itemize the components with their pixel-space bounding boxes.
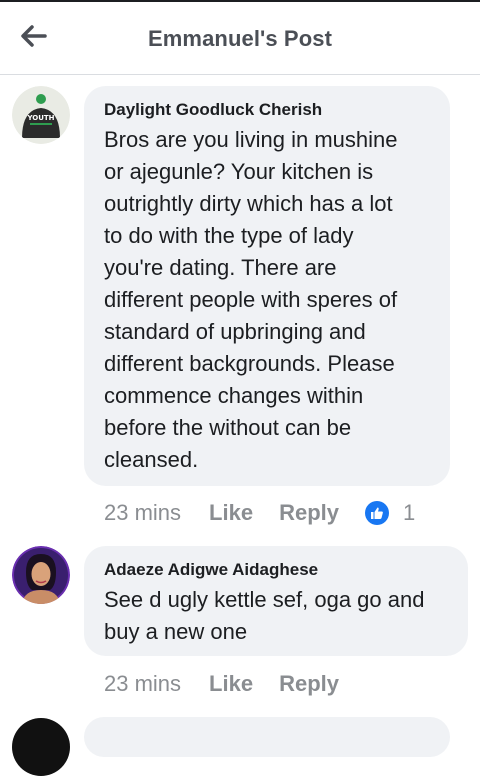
comment-author[interactable]: Daylight Goodluck Cherish (104, 100, 322, 120)
avatar[interactable] (12, 546, 70, 604)
next-comment-partial (0, 712, 480, 776)
reply-button[interactable]: Reply (279, 671, 339, 697)
page-title: Emmanuel's Post (147, 26, 332, 51)
reaction-count: 1 (403, 500, 416, 525)
comment-actions: 23 mins Like Reply (104, 669, 365, 699)
comment-time[interactable]: 23 mins (104, 500, 181, 526)
comment-author[interactable]: Adaeze Adigwe Aidaghese (104, 560, 318, 580)
like-button[interactable]: Like (209, 500, 253, 526)
svg-text:YOUTH: YOUTH (26, 114, 54, 122)
comment-actions: 23 mins Like Reply 1 (104, 498, 415, 528)
thumbs-up-icon (365, 501, 389, 525)
comment-bubble[interactable] (84, 717, 450, 757)
avatar[interactable]: YOUTH (12, 86, 70, 144)
comment-bubble[interactable]: Adaeze Adigwe Aidaghese See d ugly kettl… (84, 546, 468, 656)
comment-text: See d ugly kettle sef, oga go and buy a … (104, 587, 425, 644)
reaction-summary[interactable]: 1 (365, 500, 415, 526)
page-header: Emmanuel's Post (0, 2, 480, 75)
comment-text: Bros are you living in mushine or ajegun… (104, 127, 398, 472)
reply-button[interactable]: Reply (279, 500, 339, 526)
like-button[interactable]: Like (209, 671, 253, 697)
comment-bubble[interactable]: Daylight Goodluck Cherish Bros are you l… (84, 86, 450, 486)
comment-time[interactable]: 23 mins (104, 671, 181, 697)
